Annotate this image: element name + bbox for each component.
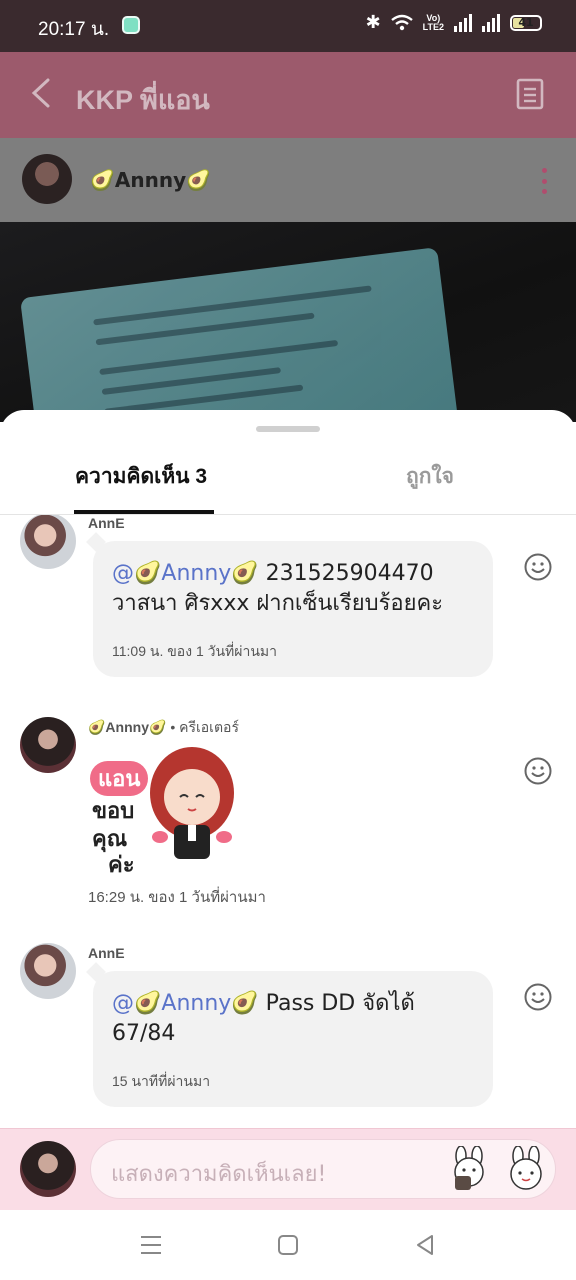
app-header: KKP พี่แอน [0,52,576,138]
tab-likes[interactable]: ถูกใจ [406,460,454,493]
smile-reaction-icon[interactable] [524,983,552,1011]
battery-level: 41 [518,15,534,29]
sticker-girl-icon [150,747,234,859]
smile-reaction-icon[interactable] [524,757,552,785]
sticker-text: ค่ะ [108,853,135,878]
comment-text-line2: 67/84 [112,1021,176,1046]
avatar[interactable] [22,154,72,204]
comment-time: 11:09 น. ของ 1 วันที่ผ่านมา [112,643,277,659]
status-icons: ✱ Vo) LTE2 41 [366,12,542,33]
grab-handle[interactable] [256,426,320,432]
comments-list[interactable]: AnnE @🥑Annny🥑 231525904470 วาสนา ศิรxxx … [0,515,576,1128]
avatar[interactable] [20,1141,76,1197]
post-image[interactable] [0,222,576,422]
recents-menu-icon[interactable] [138,1232,164,1258]
creator-tag: • ครีเอเตอร์ [170,719,239,735]
chevron-left-icon[interactable] [30,78,52,108]
cony-sticker-icon[interactable] [503,1146,549,1192]
signal-1-icon [454,13,472,32]
avatar[interactable] [20,515,76,569]
battery-icon: 41 [510,14,542,31]
status-time: 20:17 น. [38,19,110,40]
signal-2-icon [482,13,500,32]
tab-comments[interactable]: ความคิดเห็น 3 [75,460,207,493]
comment-author[interactable]: AnnE [88,945,125,961]
post-author-name[interactable]: 🥑Annny🥑 [90,168,211,192]
status-bar: 20:17 น. ✱ Vo) LTE2 41 [0,0,576,52]
comment-author-name[interactable]: 🥑Annny🥑 [88,719,166,735]
sticker-thank-you[interactable]: แอน ขอบ คุณ ค่ะ [88,747,248,879]
id-card-image [19,247,461,422]
smile-reaction-icon[interactable] [524,553,552,581]
comment-bubble[interactable]: @🥑Annny🥑 231525904470 วาสนา ศิรxxx ฝากเซ… [93,541,493,677]
avatar[interactable] [20,943,76,999]
comment-time: 16:29 น. ของ 1 วันที่ผ่านมา [88,889,266,906]
comment-time: 15 นาทีที่ผ่านมา [112,1073,211,1089]
comment-input[interactable]: แสดงความคิดเห็นเลย! [90,1139,556,1199]
sticker-badge: แอน [90,761,149,796]
brown-cony-sticker-icon[interactable] [447,1146,493,1192]
more-options-icon[interactable] [542,168,550,194]
comment-text-line2: วาสนา ศิรxxx ฝากเซ็นเรียบร้อยคะ [112,591,444,616]
system-nav-bar [0,1210,576,1280]
comment-text-line1: 231525904470 [258,561,434,586]
back-triangle-icon[interactable] [412,1232,438,1258]
mention-link[interactable]: @🥑Annny🥑 [112,561,259,586]
wifi-icon [390,14,413,30]
comment-input-placeholder: แสดงความคิดเห็นเลย! [111,1162,327,1187]
home-square-icon[interactable] [275,1232,301,1258]
mention-link[interactable]: @🥑Annny🥑 [112,991,259,1016]
document-icon[interactable] [516,78,544,110]
page-title: KKP พี่แอน [76,85,210,115]
comment-text-line1: Pass DD จัดได้ [258,991,415,1016]
avatar[interactable] [20,717,76,773]
notification-app-icon [122,16,140,34]
comment-text: @🥑Annny🥑 Pass DD จัดได้ 67/84 [112,989,475,1049]
comment-author[interactable]: AnnE [88,515,125,531]
volte-indicator: Vo) LTE2 [422,13,444,32]
comment-author: 🥑Annny🥑 • ครีเอเตอร์ [88,717,239,739]
comment-bubble[interactable]: @🥑Annny🥑 Pass DD จัดได้ 67/84 15 นาทีที่… [93,971,493,1107]
post-author-row: 🥑Annny🥑 [0,138,576,222]
comment-input-bar: แสดงความคิดเห็นเลย! [0,1128,576,1210]
bluetooth-icon: ✱ [365,12,381,32]
volte-bottom: LTE2 [422,21,444,32]
comment-text: @🥑Annny🥑 231525904470 วาสนา ศิรxxx ฝากเซ… [112,559,475,619]
